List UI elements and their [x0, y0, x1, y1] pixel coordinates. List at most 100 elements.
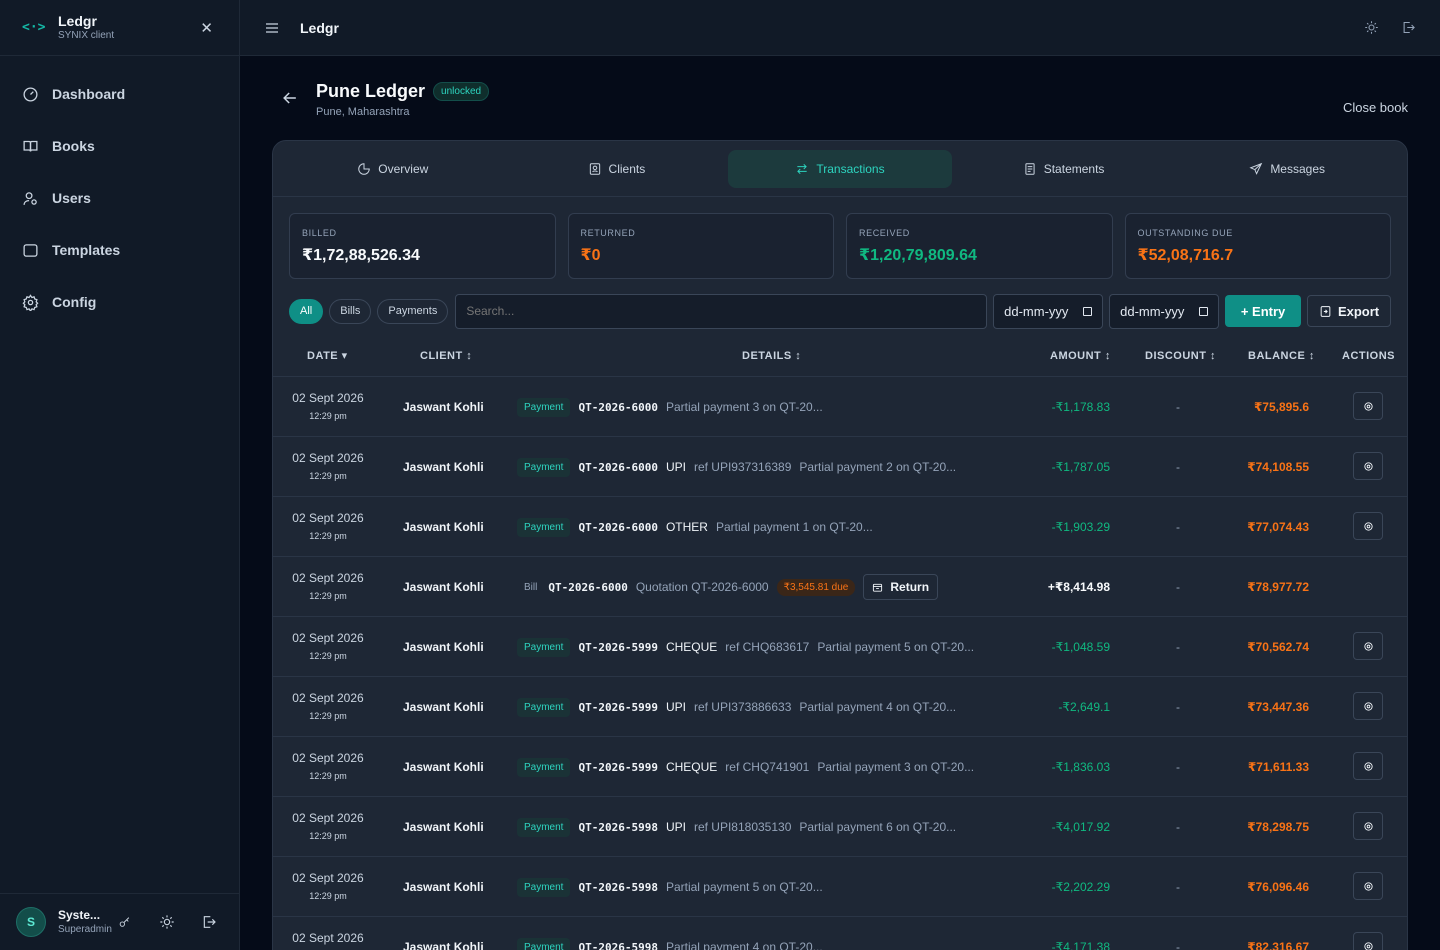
table-row[interactable]: 02 Sept 2026 12:29 pm Jaswant Kohli Paym… [273, 497, 1407, 557]
return-button[interactable]: Return [863, 574, 939, 600]
view-button[interactable] [1353, 812, 1383, 840]
balance-cell: ₹75,895.6 [1253, 400, 1309, 414]
details-cell: Payment QT-2026-5999 CHEQUE ref CHQ683617 Pa… [517, 635, 974, 659]
view-button[interactable] [1353, 692, 1383, 720]
details-cell: Payment QT-2026-6000 UPI ref UPI937316389 Pa… [517, 455, 956, 479]
date-text: 02 Sept 2026 [292, 931, 364, 945]
sidebar-item-users[interactable]: Users [0, 172, 239, 224]
tab-messages[interactable]: Messages [1175, 150, 1399, 188]
view-button[interactable] [1353, 752, 1383, 780]
sidebar-item-books[interactable]: Books [0, 120, 239, 172]
details-cell: Payment QT-2026-5998 Partial payment 4 on … [517, 935, 823, 950]
column-header-actions: ACTIONS [1342, 349, 1395, 362]
table-row[interactable]: 02 Sept 2026 12:29 pm Jaswant Kohli Paym… [273, 677, 1407, 737]
filter-pill-bills[interactable]: Bills [329, 298, 372, 324]
view-button[interactable] [1353, 932, 1383, 950]
amount-cell: -₹1,836.03 [1051, 760, 1110, 774]
table-row[interactable]: 02 Sept 2026 12:29 pm Jaswant Kohli Paym… [273, 797, 1407, 857]
table-row[interactable]: 02 Sept 2026 12:29 pm Jaswant Kohli Paym… [273, 917, 1407, 950]
view-button[interactable] [1353, 512, 1383, 540]
sun-icon[interactable] [1364, 20, 1379, 35]
view-button[interactable] [1353, 392, 1383, 420]
discount-cell: - [1176, 520, 1180, 534]
stat-card-returned: RETURNED ₹0 [567, 213, 834, 279]
view-button[interactable] [1353, 452, 1383, 480]
amount-cell: -₹4,171.38 [1051, 940, 1110, 950]
column-header-amount[interactable]: AMOUNT ↕ [1050, 350, 1111, 362]
app-subtitle: SYNIX client [58, 29, 115, 41]
client-name: Jaswant Kohli [403, 700, 484, 714]
sun-icon[interactable] [159, 914, 175, 930]
key-icon[interactable] [118, 916, 131, 929]
table-row[interactable]: 02 Sept 2026 12:29 pm Jaswant Kohli Paym… [273, 617, 1407, 677]
reference-code: QT-2026-5999 [578, 640, 658, 654]
table-row[interactable]: 02 Sept 2026 12:29 pm Jaswant Kohli Paym… [273, 737, 1407, 797]
dashboard-icon [23, 86, 38, 102]
table-row[interactable]: 02 Sept 2026 12:29 pm Jaswant Kohli Paym… [273, 377, 1407, 437]
view-button[interactable] [1353, 872, 1383, 900]
sidebar-item-label: Books [52, 138, 95, 154]
eye-icon [1363, 821, 1373, 831]
date-from-input[interactable]: dd-mm-yyy [993, 293, 1104, 329]
client-name: Jaswant Kohli [403, 400, 484, 414]
contacts-icon [589, 162, 600, 175]
eye-icon [1363, 521, 1373, 531]
sidebar-item-dashboard[interactable]: Dashboard [0, 68, 239, 120]
tab-label: Messages [1270, 161, 1326, 176]
column-header-client[interactable]: CLIENT ↕ [420, 350, 472, 362]
type-tag: Payment [517, 757, 571, 777]
details-cell: Payment QT-2026-5999 CHEQUE ref CHQ741901 Pa… [517, 755, 974, 779]
table-row[interactable]: 02 Sept 2026 12:29 pm Jaswant Kohli Paym… [273, 437, 1407, 497]
column-header-details[interactable]: DETAILS ↕ [742, 350, 801, 362]
sidebar-item-templates[interactable]: Templates [0, 224, 239, 276]
balance-cell: ₹71,611.33 [1247, 760, 1309, 774]
close-book-button[interactable]: Close book [1343, 100, 1408, 115]
tab-overview[interactable]: Overview [281, 150, 505, 188]
date-text: 02 Sept 2026 [292, 451, 364, 465]
table-row[interactable]: 02 Sept 2026 12:29 pm Jaswant Kohli Paym… [273, 857, 1407, 917]
sidebar-item-config[interactable]: Config [0, 276, 239, 328]
column-header-balance[interactable]: BALANCE ↕ [1248, 350, 1315, 362]
tab-statements[interactable]: Statements [952, 150, 1176, 188]
back-arrow-icon[interactable] [280, 88, 300, 108]
client-name: Jaswant Kohli [403, 520, 484, 534]
column-header-date[interactable]: DATE ▾ [307, 349, 348, 362]
filter-pill-payments[interactable]: Payments [377, 298, 449, 324]
hamburger-menu-icon[interactable] [264, 20, 280, 36]
client-name: Jaswant Kohli [403, 940, 484, 950]
logout-icon[interactable] [201, 914, 217, 930]
type-tag: Bill [524, 581, 538, 593]
date-text: 02 Sept 2026 [292, 811, 364, 825]
balance-cell: ₹76,096.46 [1247, 880, 1309, 894]
user-role: Superadmin [58, 924, 112, 935]
view-button[interactable] [1353, 632, 1383, 660]
export-label: Export [1337, 303, 1380, 319]
eye-icon [1363, 641, 1373, 651]
logout-icon[interactable] [1401, 20, 1416, 35]
add-entry-button[interactable]: + Entry [1225, 295, 1302, 327]
page-header: Pune Ledger unlocked Pune, Maharashtra C… [272, 56, 1408, 140]
payment-method: CHEQUE [665, 640, 718, 654]
sidebar: <·> Ledgr SYNIX client ✕ Dashboard Books… [0, 0, 240, 950]
payment-reference: ref UPI937316389 [693, 460, 792, 474]
table-row[interactable]: 02 Sept 2026 12:29 pm Jaswant Kohli Bill… [273, 557, 1407, 617]
column-header-discount[interactable]: DISCOUNT ↕ [1145, 350, 1216, 362]
stat-value: ₹1,72,88,526.34 [302, 247, 420, 264]
detail-note: Partial payment 5 on QT-20... [817, 640, 975, 654]
date-to-input[interactable]: dd-mm-yyy [1109, 293, 1220, 329]
filter-pill-all[interactable]: All [289, 298, 324, 324]
tab-transactions[interactable]: Transactions [728, 149, 952, 188]
payment-method: UPI [665, 460, 686, 474]
templates-icon [23, 243, 38, 257]
export-button[interactable]: Export [1307, 295, 1392, 327]
tab-clients[interactable]: Clients [505, 150, 729, 188]
close-sidebar-icon[interactable]: ✕ [200, 19, 213, 37]
table-header: DATE ▾ CLIENT ↕ DETAILS ↕ AMOUNT ↕ DISCO… [273, 335, 1407, 377]
avatar[interactable]: S [16, 907, 46, 937]
eye-icon [1363, 761, 1373, 771]
discount-cell: - [1176, 460, 1180, 474]
detail-note: Partial payment 3 on QT-20... [665, 400, 823, 414]
search-input[interactable] [455, 293, 988, 329]
amount-cell: -₹1,787.05 [1051, 460, 1110, 474]
calendar-icon [1083, 306, 1093, 316]
